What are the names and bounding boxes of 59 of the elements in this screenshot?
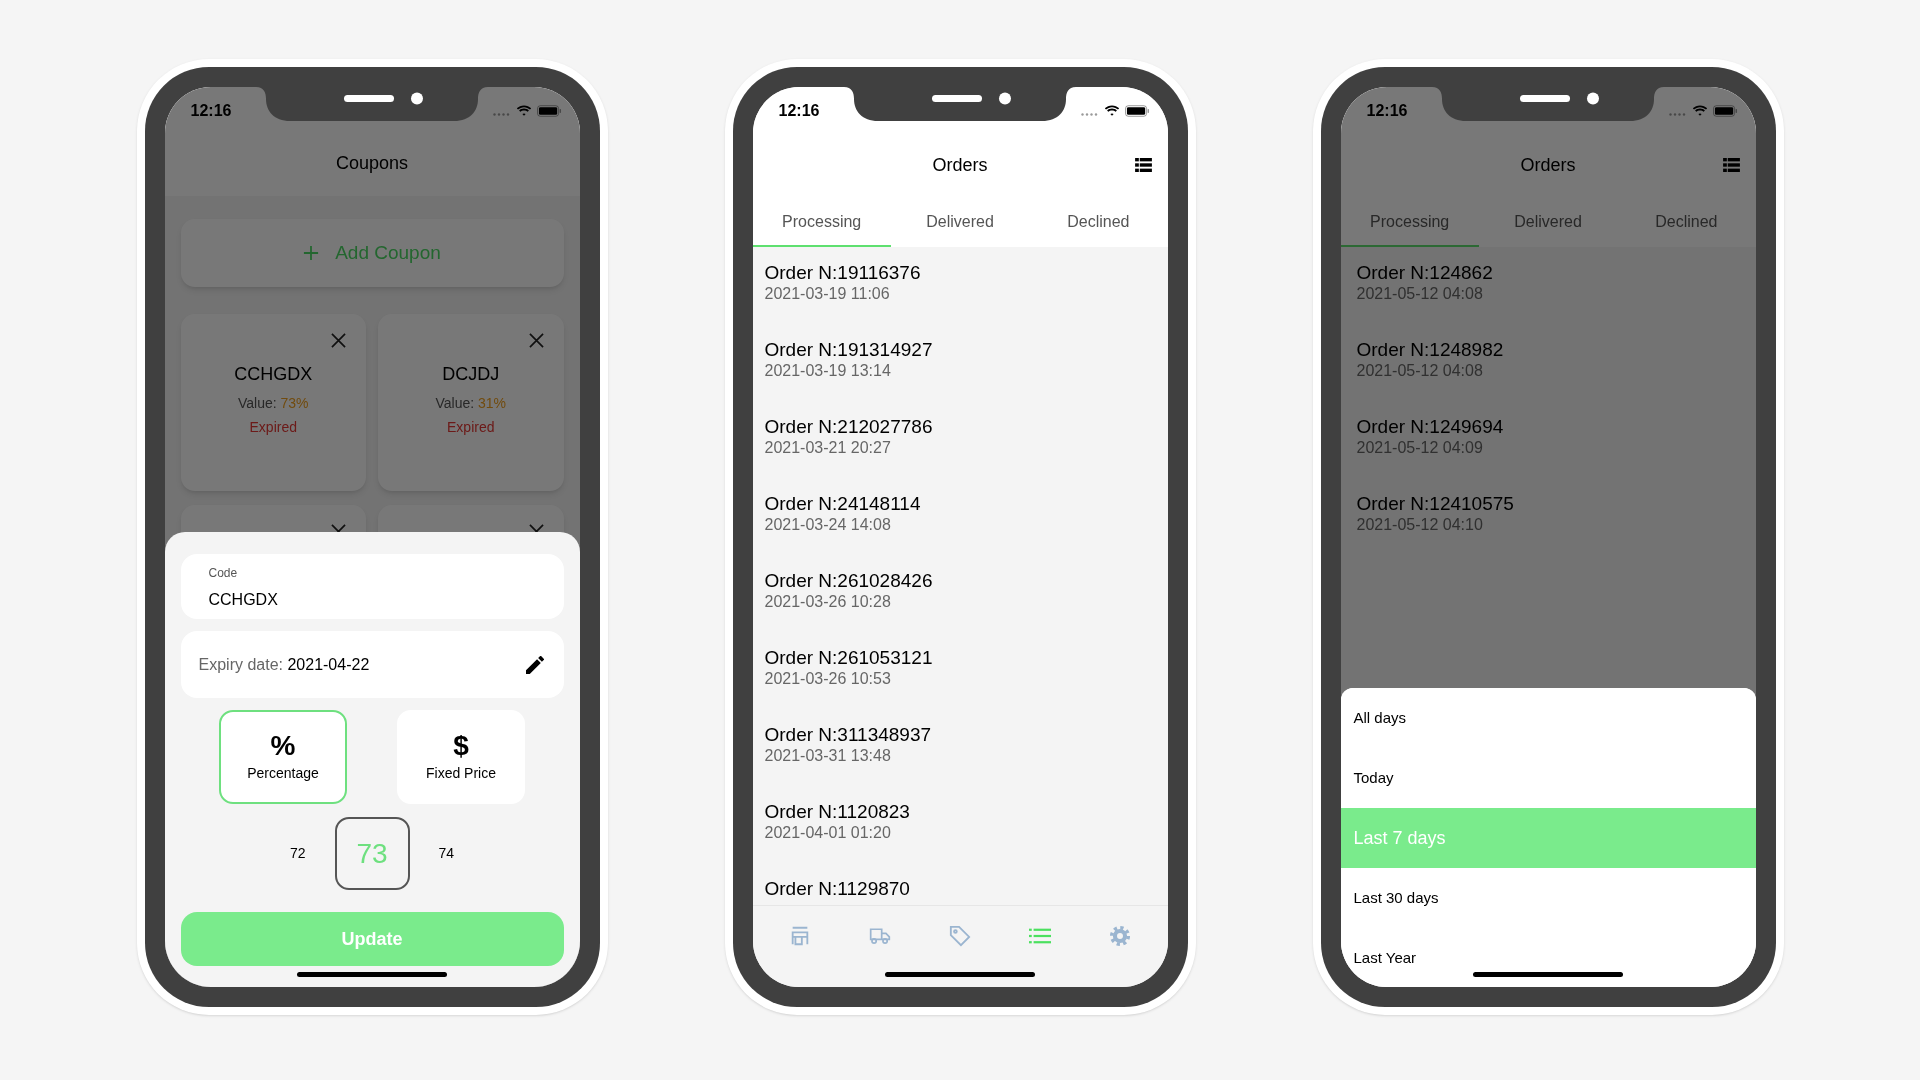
order-date: 2021-05-12 04:09 bbox=[1356, 438, 1483, 458]
order-date: 2021-05-12 04:10 bbox=[1356, 515, 1483, 535]
order-number[interactable]: Order N:212027786 bbox=[764, 416, 933, 438]
order-date: 2021-03-21 20:27 bbox=[764, 438, 891, 458]
order-date: 2021-05-12 04:08 bbox=[1356, 361, 1483, 381]
status-time: 12:16 bbox=[1366, 101, 1408, 121]
order-date: 2021-03-26 10:28 bbox=[764, 592, 891, 612]
picker-value[interactable]: 74 bbox=[438, 843, 455, 864]
order-number[interactable]: Order N:19116376 bbox=[764, 262, 921, 284]
coupon-value: Value: 31% bbox=[435, 394, 507, 413]
order-date: 2021-05-12 04:08 bbox=[1356, 284, 1483, 304]
screen-title: Orders bbox=[1520, 153, 1576, 177]
order-date: 2021-03-19 13:14 bbox=[764, 361, 891, 381]
settings-icon bbox=[1108, 925, 1131, 947]
order-date: 2021-04-01 01:20 bbox=[764, 823, 891, 843]
truck-icon bbox=[869, 925, 892, 947]
order-date: 2021-03-26 10:53 bbox=[764, 669, 891, 689]
value-type-button[interactable]: $ Fixed Price bbox=[397, 710, 525, 804]
order-tab[interactable]: Processing bbox=[752, 199, 891, 247]
order-tab[interactable]: Delivered bbox=[890, 199, 1030, 247]
order-number[interactable]: Order N:1248982 bbox=[1356, 339, 1504, 361]
order-number[interactable]: Order N:1249694 bbox=[1356, 416, 1504, 438]
signal-icon bbox=[1668, 112, 1687, 116]
order-number[interactable]: Order N:1129870 bbox=[764, 878, 910, 900]
order-date: 2021-03-31 13:48 bbox=[764, 746, 891, 766]
coupon-status: Expired bbox=[249, 418, 297, 437]
order-number[interactable]: Order N:311348937 bbox=[764, 724, 932, 746]
pencil-icon[interactable] bbox=[525, 655, 544, 674]
battery-icon bbox=[1124, 105, 1150, 117]
tag-icon bbox=[949, 925, 971, 947]
coupon-code: CCHGDX bbox=[234, 363, 313, 386]
coupon-status: Expired bbox=[447, 418, 495, 437]
screen-title: Coupons bbox=[335, 152, 409, 175]
order-number[interactable]: Order N:24148114 bbox=[764, 493, 921, 515]
coupon-code: DCJDJ bbox=[442, 363, 500, 386]
wifi-icon bbox=[1691, 105, 1708, 117]
order-number[interactable]: Order N:1120823 bbox=[764, 801, 910, 823]
value-type-button[interactable]: % Percentage bbox=[219, 710, 347, 804]
screen-title: Orders bbox=[932, 153, 988, 177]
coupon-value: Value: 73% bbox=[237, 394, 309, 413]
status-time: 12:16 bbox=[190, 101, 232, 121]
status-time: 12:16 bbox=[778, 101, 820, 121]
order-number[interactable]: Order N:191314927 bbox=[764, 339, 933, 361]
signal-icon bbox=[492, 112, 511, 116]
order-date: 2021-03-24 14:08 bbox=[764, 515, 891, 535]
wifi-icon bbox=[1103, 105, 1120, 117]
view-list-icon[interactable] bbox=[1135, 158, 1152, 172]
picker-value[interactable]: 72 bbox=[289, 843, 306, 864]
plus-icon bbox=[303, 245, 320, 261]
order-number[interactable]: Order N:261028426 bbox=[764, 570, 933, 592]
expiry-date-text: Expiry date: 2021-04-22 bbox=[198, 654, 370, 675]
code-field[interactable]: Code CCHGDX bbox=[180, 554, 564, 619]
order-tab[interactable]: Declined bbox=[1029, 199, 1168, 247]
signal-icon bbox=[1080, 112, 1099, 116]
wifi-icon bbox=[515, 105, 532, 117]
order-number[interactable]: Order N:12410575 bbox=[1356, 493, 1514, 515]
order-number[interactable]: Order N:261053121 bbox=[764, 647, 933, 669]
order-number[interactable]: Order N:124862 bbox=[1356, 262, 1493, 284]
order-date: 2021-03-19 11:06 bbox=[764, 284, 890, 304]
